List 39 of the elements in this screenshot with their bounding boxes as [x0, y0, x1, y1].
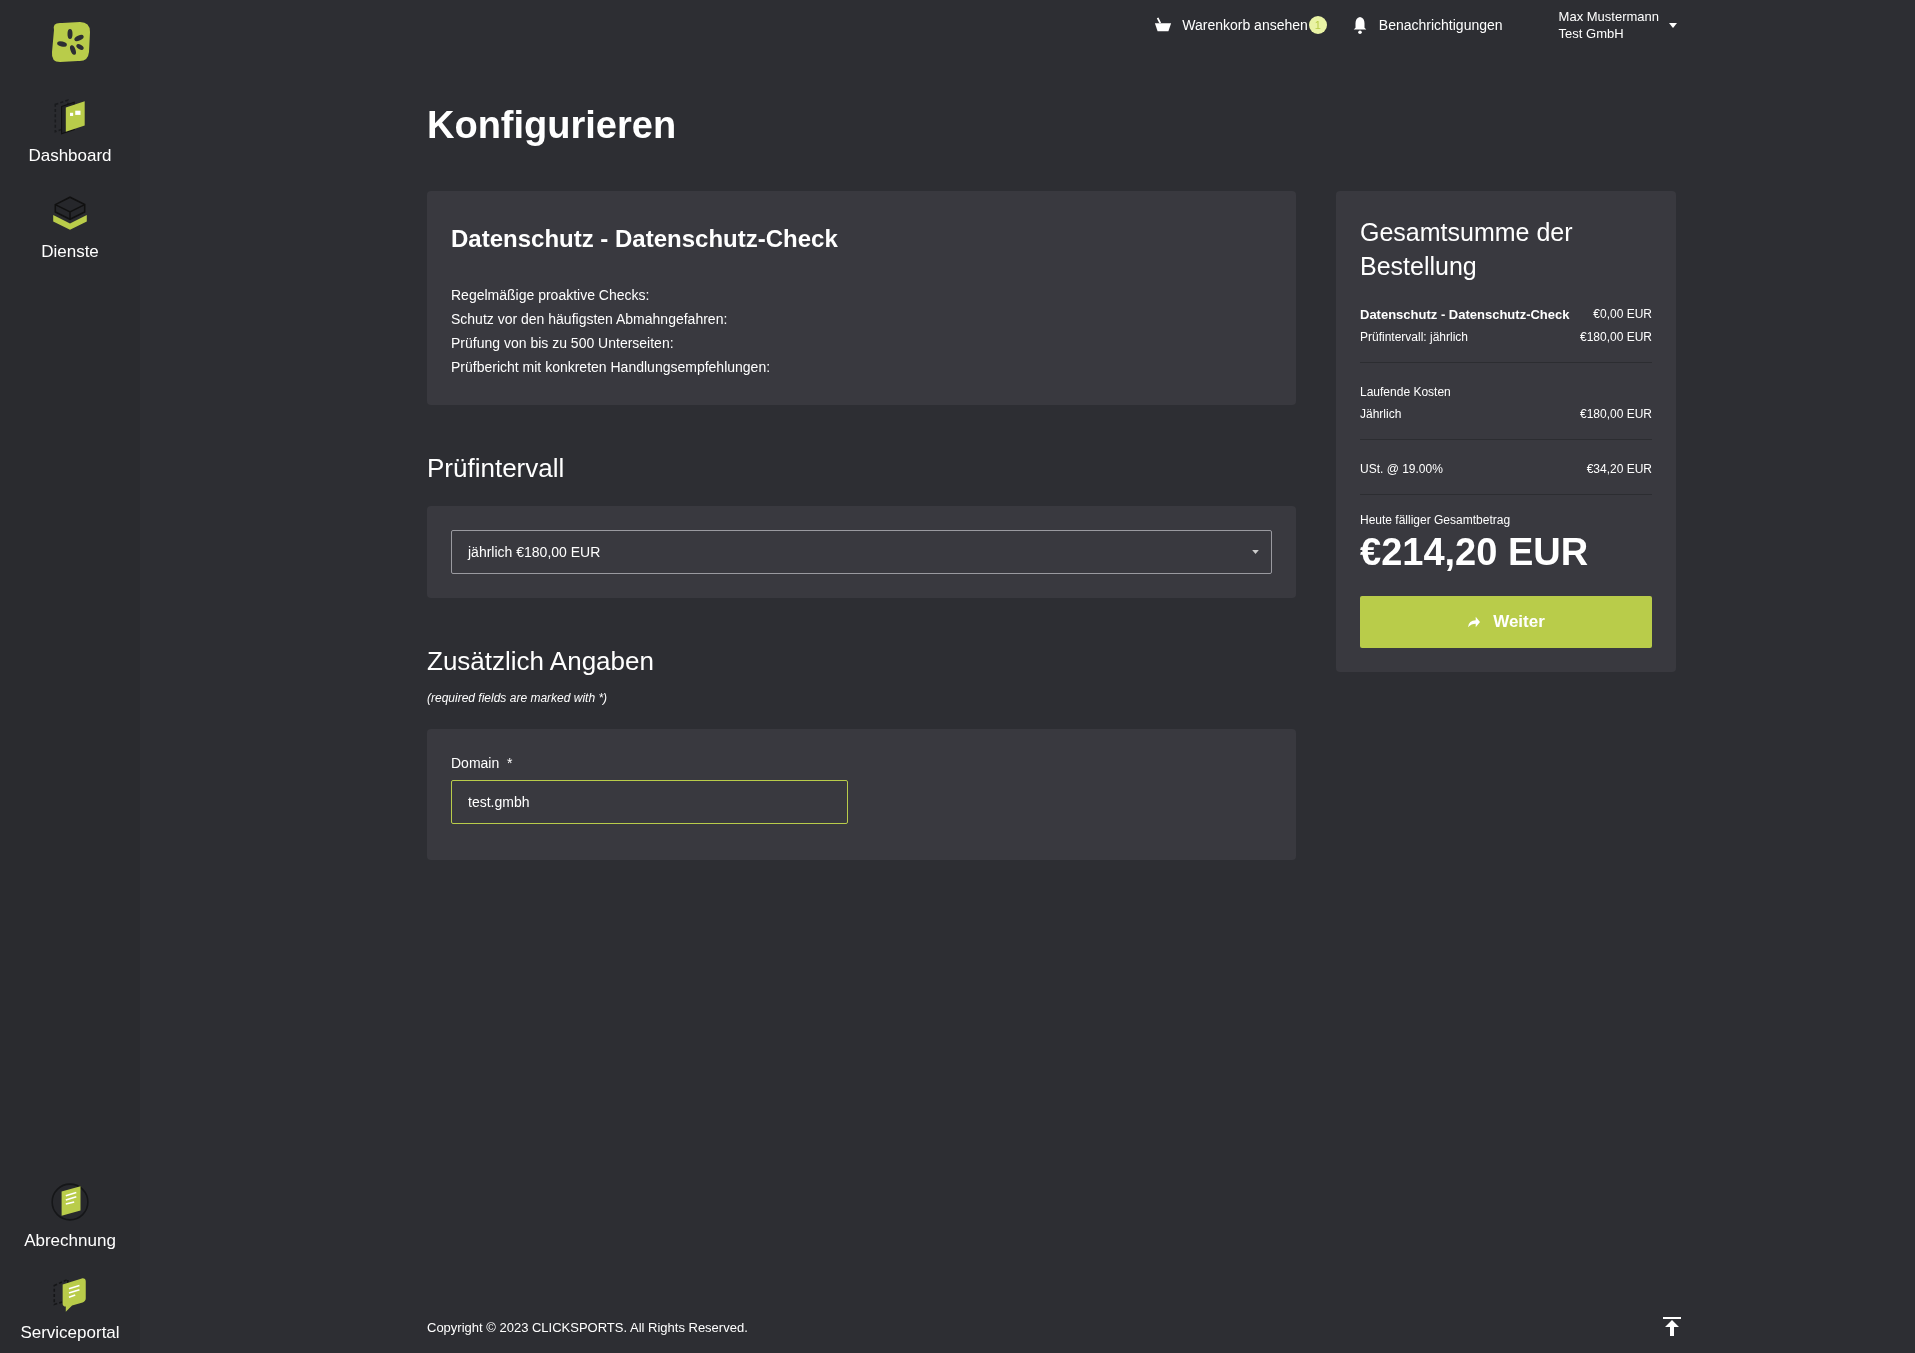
section-heading: Prüfintervall: [427, 453, 566, 484]
line-item-label: Prüfintervall: jährlich: [1360, 330, 1469, 344]
line-item-label: Jährlich: [1360, 407, 1402, 421]
cart-link[interactable]: Warenkorb ansehen: [1154, 16, 1308, 34]
line-item-amount: €180,00 EUR: [1579, 330, 1652, 344]
scroll-to-top-icon[interactable]: [1663, 1317, 1681, 1337]
basket-icon: [1154, 16, 1173, 34]
user-menu[interactable]: Max Mustermann Test GmbH: [1558, 8, 1677, 42]
line-item-label: USt. @ 19.00%: [1360, 462, 1443, 476]
document-icon: [49, 1181, 91, 1223]
line-item-amount: €34,20 EUR: [1586, 462, 1652, 476]
sidebar-nav-link[interactable]: Abrechnung: [24, 1181, 116, 1251]
required-note: (required fields are marked with *): [427, 691, 609, 705]
sidebar-nav-link[interactable]: Dashboard: [28, 96, 112, 166]
total-label: Heute fälliger Gesamtbetrag: [1360, 513, 1512, 527]
notifications-link[interactable]: Benachrichtigungen: [1350, 16, 1503, 34]
summary-subheading: Laufende Kosten: [1360, 385, 1452, 399]
line-item-amount: €0,00 EUR: [1593, 307, 1652, 322]
sidebar-nav-link[interactable]: Dienste: [41, 192, 99, 262]
interval-select[interactable]: jährlich €180,00 EUR: [451, 530, 1272, 574]
line-item-amount: €180,00 EUR: [1579, 407, 1652, 421]
cart-count-badge: 1: [1308, 16, 1327, 34]
caret-icon: [1669, 22, 1677, 28]
page-title: Konfigurieren: [427, 104, 678, 147]
product-title: Datenschutz - Datenschutz-Check: [451, 225, 839, 253]
sidebar-nav-link[interactable]: Serviceportal: [20, 1273, 120, 1343]
section-heading: Zusätzlich Angaben: [427, 646, 655, 677]
summary-title: Gesamtsumme der Bestellung: [1360, 217, 1574, 282]
field-label: Domain *: [451, 755, 514, 771]
share-arrow-icon: [1467, 616, 1482, 628]
copyright-text: Copyright © 2023 CLICKSPORTS. All Rights Reserved.: [427, 1319, 748, 1335]
feature-text: Schutz vor den häufigsten Abmahngefahren:: [451, 310, 729, 329]
line-item-label: Datenschutz - Datenschutz-Check: [1360, 307, 1570, 322]
caret-icon: [1252, 550, 1259, 554]
feature-text: Regelmäßige proaktive Checks:: [451, 286, 651, 305]
feature-text: Prüfung von bis zu 500 Unterseiten:: [451, 334, 675, 353]
domain-input[interactable]: test.gmbh: [451, 780, 848, 824]
total-amount: €214,20 EUR: [1360, 531, 1590, 574]
feature-text: Prüfbericht mit konkreten Handlungsempfehlungen:: [451, 358, 772, 377]
